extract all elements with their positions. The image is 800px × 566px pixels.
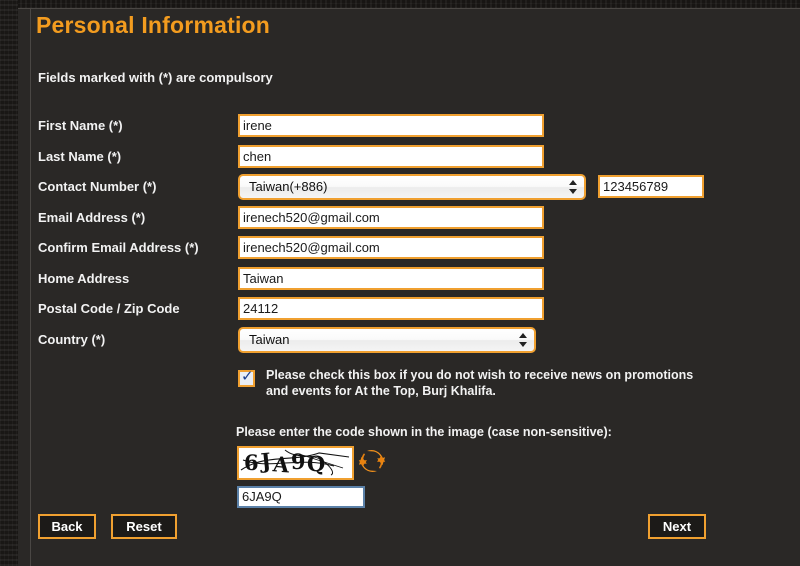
country-value: Taiwan (249, 331, 290, 347)
label-email: Email Address (*) (38, 209, 146, 225)
captcha-noise-lines (240, 449, 350, 476)
form-row-email: Email Address (*) (31, 205, 800, 236)
window-frame-left (0, 0, 18, 566)
form-row-contact-number: Contact Number (*) Taiwan(+886) (31, 174, 800, 205)
label-home-address: Home Address (38, 270, 130, 286)
page-title: Personal Information (36, 12, 271, 38)
last-name-input[interactable] (238, 144, 544, 168)
form-content: Personal Information Fields marked with … (31, 9, 800, 566)
checkmark-icon: ✓ (241, 367, 254, 385)
form-row-country: Country (*) Taiwan (31, 326, 800, 358)
country-code-select[interactable]: Taiwan(+886) (238, 174, 586, 200)
label-contact-number: Contact Number (*) (38, 179, 157, 194)
captcha-image: 6JA9Q (237, 446, 354, 480)
reset-button[interactable]: Reset (111, 514, 177, 539)
first-name-input[interactable] (238, 114, 544, 137)
back-button[interactable]: Back (38, 514, 96, 539)
newsletter-checkbox[interactable]: ✓ (238, 367, 255, 387)
stepper-arrows-icon (519, 332, 528, 348)
label-confirm-email: Confirm Email Address (*) (38, 240, 199, 255)
refresh-captcha-icon[interactable] (358, 447, 386, 475)
label-postal-code: Postal Code / Zip Code (38, 301, 180, 316)
country-select[interactable]: Taiwan (238, 326, 536, 353)
label-country: Country (*) (38, 331, 106, 347)
phone-number-input[interactable] (598, 175, 704, 198)
postal-code-input[interactable] (238, 297, 544, 320)
form-row-home-address: Home Address (31, 266, 800, 297)
form-row-confirm-email: Confirm Email Address (*) (31, 235, 800, 266)
country-code-value: Taiwan(+886) (249, 179, 328, 194)
confirm-email-input[interactable] (238, 236, 544, 259)
form-field-list: First Name (*) Last Name (*) Contact Num… (31, 113, 800, 357)
compulsory-note: Fields marked with (*) are compulsory (38, 70, 273, 85)
form-row-postal-code: Postal Code / Zip Code (31, 296, 800, 327)
form-row-last-name: Last Name (*) (31, 144, 800, 175)
captcha-prompt: Please enter the code shown in the image… (236, 425, 612, 439)
next-button[interactable]: Next (648, 514, 706, 539)
form-row-first-name: First Name (*) (31, 113, 800, 144)
email-input[interactable] (238, 205, 544, 229)
page-root: Personal Information Fields marked with … (0, 0, 800, 566)
window-frame-top (0, 0, 800, 8)
label-first-name: First Name (*) (38, 118, 123, 133)
label-last-name: Last Name (*) (38, 148, 122, 164)
newsletter-checkbox-label: Please check this box if you do not wish… (266, 368, 694, 398)
captcha-input[interactable] (237, 486, 365, 508)
stepper-arrows-icon (569, 179, 578, 195)
home-address-input[interactable] (238, 266, 544, 290)
